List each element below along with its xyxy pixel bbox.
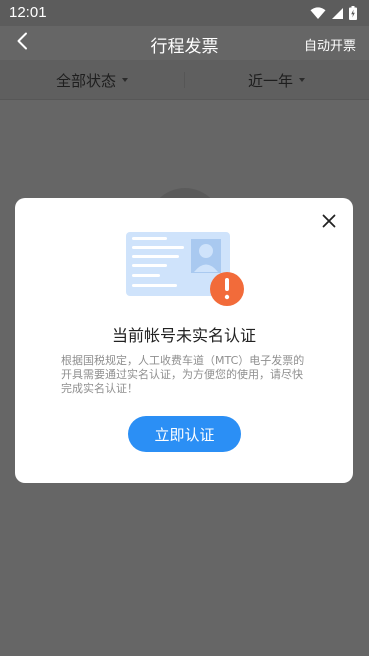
filter-divider bbox=[184, 72, 185, 88]
signal-icon bbox=[331, 5, 344, 24]
id-card-warning-icon bbox=[125, 230, 245, 310]
filter-bar: 全部状态 近一年 bbox=[0, 60, 369, 100]
verify-now-button[interactable]: 立即认证 bbox=[128, 416, 241, 452]
status-filter-dropdown[interactable]: 全部状态 bbox=[56, 60, 129, 100]
dialog-description: 根据国税规定，人工收费车道（MTC）电子发票的开具需要通过实名认证，为方便您的使… bbox=[61, 354, 305, 395]
nav-bar: 行程发票 自动开票 bbox=[0, 26, 369, 60]
status-time: 12:01 bbox=[9, 4, 47, 21]
dialog-title: 当前帐号未实名认证 bbox=[111, 326, 256, 345]
caret-down-icon bbox=[299, 78, 306, 82]
close-icon bbox=[322, 213, 336, 232]
wifi-icon bbox=[310, 5, 326, 24]
close-button[interactable] bbox=[317, 210, 341, 234]
status-filter-label: 全部状态 bbox=[56, 71, 117, 90]
auto-invoice-button[interactable]: 自动开票 bbox=[304, 35, 356, 54]
status-bar: 12:01 bbox=[0, 0, 369, 26]
battery-charging-icon bbox=[349, 5, 357, 24]
status-icons bbox=[310, 5, 357, 24]
caret-down-icon bbox=[122, 78, 129, 82]
period-filter-label: 近一年 bbox=[248, 71, 294, 90]
period-filter-dropdown[interactable]: 近一年 bbox=[248, 60, 306, 100]
verification-dialog: 当前帐号未实名认证 根据国税规定，人工收费车道（MTC）电子发票的开具需要通过实… bbox=[15, 198, 353, 483]
